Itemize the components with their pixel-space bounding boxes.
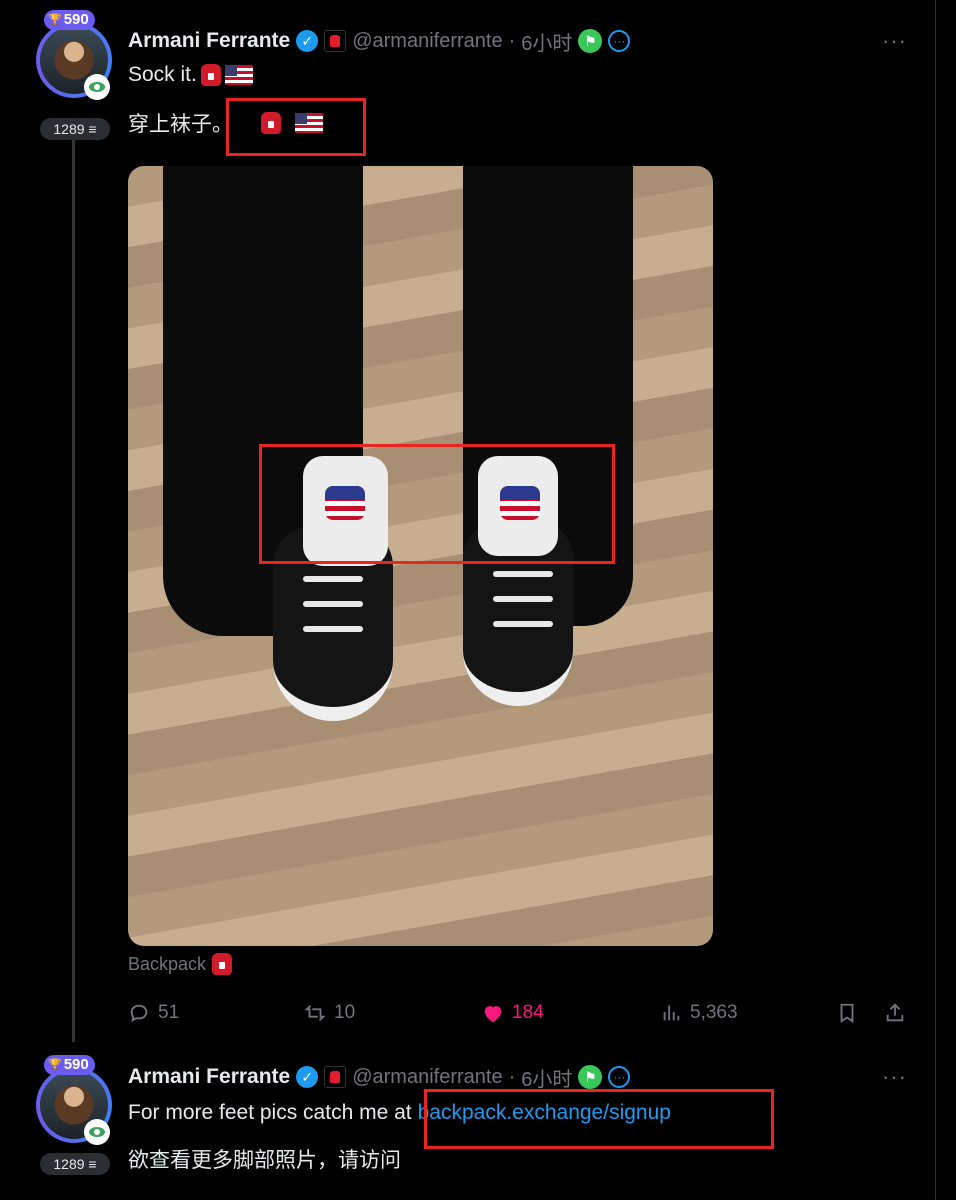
reply-count: 51 <box>158 1002 180 1023</box>
separator: · <box>508 1065 516 1088</box>
count-badge: 1289 ≡ <box>40 118 110 140</box>
eye-badge-icon <box>84 74 110 100</box>
verified-icon: ✓ <box>296 30 319 52</box>
caption-text: Backpack <box>128 953 207 974</box>
author-handle[interactable]: @armaniferrante <box>352 30 502 53</box>
tweet-text-line2: 欲查看更多脚部照片，请访问 <box>128 1144 401 1174</box>
bookmark-button[interactable] <box>836 998 858 1028</box>
retweet-icon <box>304 1005 326 1021</box>
timestamp[interactable]: 6小时 <box>521 27 572 56</box>
tweet-text: Sock it. <box>128 63 197 86</box>
count-value: 1289 <box>53 1156 85 1172</box>
thread-connector <box>72 140 75 1042</box>
backpack-emoji-icon <box>200 64 221 86</box>
us-flag-emoji-icon <box>224 65 253 85</box>
annotation-box <box>226 98 366 156</box>
views-count: 5,363 <box>690 1002 738 1023</box>
like-button[interactable]: 184 <box>482 998 544 1028</box>
score-value: 590 <box>63 11 89 28</box>
tweet-1[interactable]: 🏆 590 1289 ≡ Armani Ferrante ✓ @armanife… <box>0 0 935 1045</box>
reply-icon <box>130 1004 148 1023</box>
flag-badge-icon[interactable]: ⚑ <box>578 29 603 53</box>
tweet-2[interactable]: 🏆 590 1289 ≡ Armani Ferrante ✓ @armanife… <box>0 1045 935 1200</box>
score-badge: 🏆 590 <box>44 1055 95 1075</box>
tweet-header: Armani Ferrante ✓ @armaniferrante · 6小时 … <box>128 1062 631 1092</box>
timestamp[interactable]: 6小时 <box>521 1063 572 1092</box>
affiliate-badge-icon[interactable] <box>324 30 347 52</box>
action-bar: 51 10 184 5,363 <box>128 998 908 1028</box>
author-handle[interactable]: @armaniferrante <box>352 1066 502 1089</box>
reply-button[interactable]: 51 <box>128 998 179 1028</box>
translated-text: 穿上袜子。 <box>128 113 233 136</box>
translated-text: 欲查看更多脚部照片，请访问 <box>128 1149 401 1172</box>
like-icon <box>484 1006 502 1023</box>
annotation-box <box>424 1089 774 1149</box>
more-options-button[interactable]: ··· <box>882 1064 907 1090</box>
frame-divider <box>935 0 936 1200</box>
score-value: 590 <box>63 1056 89 1073</box>
flag-badge-icon[interactable]: ⚑ <box>578 1065 603 1089</box>
bookmark-icon <box>840 1003 854 1023</box>
more-options-button[interactable]: ··· <box>882 28 907 54</box>
like-count: 184 <box>512 1002 544 1023</box>
share-button[interactable] <box>884 998 906 1028</box>
annotation-box <box>259 444 615 564</box>
author-name[interactable]: Armani Ferrante <box>128 29 290 53</box>
verified-icon: ✓ <box>296 1066 319 1088</box>
views-icon <box>663 1005 680 1021</box>
separator: · <box>508 29 516 52</box>
eye-badge-icon <box>84 1119 110 1145</box>
retweet-button[interactable]: 10 <box>304 998 355 1028</box>
retweet-count: 10 <box>334 1002 356 1023</box>
affiliate-badge-icon[interactable] <box>324 1066 347 1088</box>
count-badge: 1289 ≡ <box>40 1153 110 1175</box>
count-value: 1289 <box>53 121 85 137</box>
tweet-header: Armani Ferrante ✓ @armaniferrante · 6小时 … <box>128 26 631 56</box>
views-button[interactable]: 5,363 <box>660 998 738 1028</box>
info-circle-icon[interactable]: ··· <box>608 1066 631 1088</box>
info-circle-icon[interactable]: ··· <box>608 30 631 52</box>
author-name[interactable]: Armani Ferrante <box>128 1065 290 1089</box>
trophy-icon: 🏆 <box>48 1059 62 1071</box>
backpack-emoji-icon <box>212 953 233 975</box>
share-icon <box>886 1003 904 1022</box>
tweet-text: For more feet pics catch me at <box>128 1101 412 1124</box>
tweet-text-line1: Sock it. <box>128 63 253 87</box>
image-caption: Backpack <box>128 953 233 975</box>
score-badge: 🏆 590 <box>44 10 95 30</box>
trophy-icon: 🏆 <box>48 14 62 26</box>
